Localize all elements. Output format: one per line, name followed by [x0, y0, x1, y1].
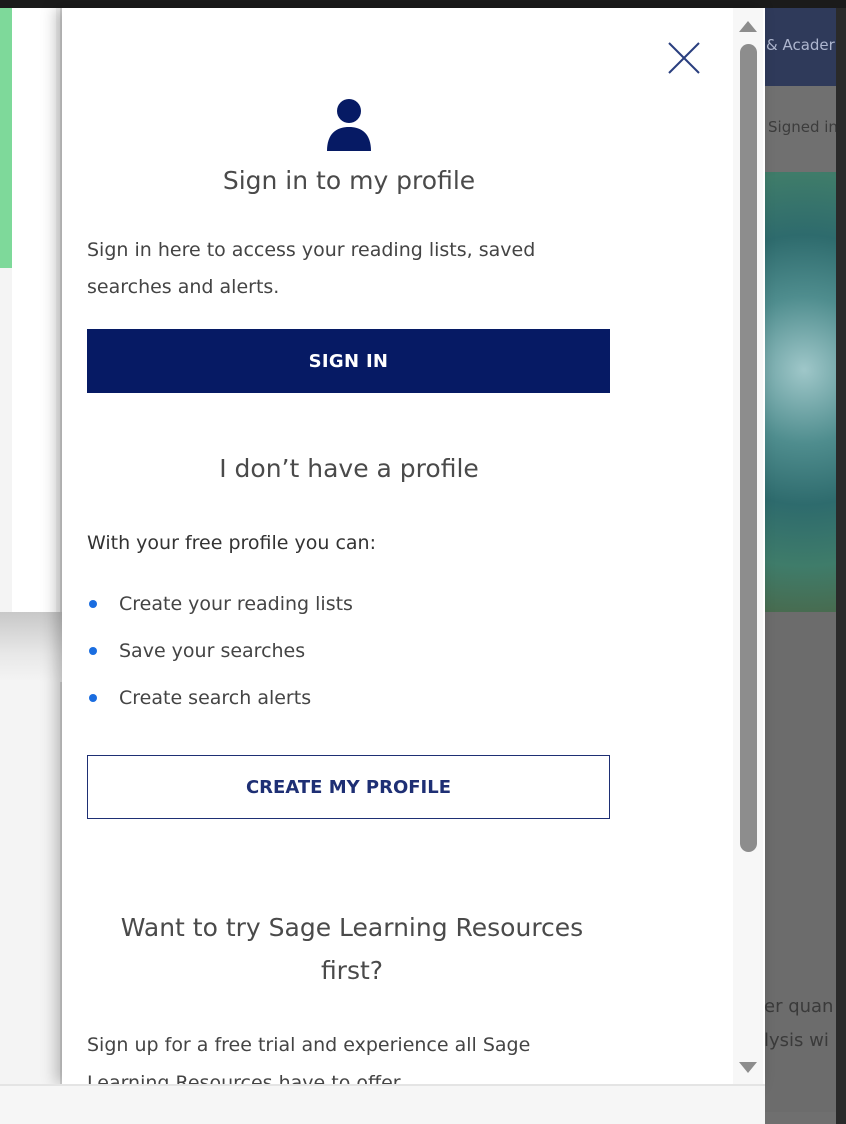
create-profile-button[interactable]: CREATE MY PROFILE: [87, 755, 610, 819]
benefit-label: Create your reading lists: [119, 593, 353, 615]
benefit-label: Save your searches: [119, 640, 306, 662]
background-card-shadow: [0, 612, 62, 682]
scroll-down-button[interactable]: [737, 1058, 759, 1076]
benefits-list: Create your reading lists Save your sear…: [87, 584, 607, 725]
background-right-edge: [836, 8, 846, 1124]
benefit-label: Create search alerts: [119, 687, 312, 709]
close-button[interactable]: [666, 40, 702, 76]
modal-footer-area: [0, 1084, 765, 1124]
signin-button[interactable]: SIGN IN: [87, 329, 610, 393]
triangle-down-icon: [739, 1062, 757, 1073]
background-signed-text: Signed in: [768, 118, 836, 136]
bullet-icon: [89, 647, 97, 655]
background-lower-text: er quan lysis wi: [764, 990, 836, 1058]
benefit-item: Create search alerts: [87, 678, 607, 725]
scrollbar-thumb[interactable]: [740, 44, 757, 852]
background-header-text: & Acader: [766, 36, 835, 54]
window-top-border: [0, 0, 846, 8]
close-icon: [668, 42, 700, 74]
trial-heading: Want to try Sage Learning Resources firs…: [120, 913, 584, 985]
user-icon-wrapper: [326, 98, 372, 152]
free-profile-intro: With your free profile you can:: [87, 532, 376, 554]
user-icon: [327, 99, 371, 151]
modal-footer-divider: [0, 1084, 765, 1086]
background-hero-image: [765, 172, 836, 612]
background-lower-line-2: lysis wi: [764, 1030, 829, 1051]
profile-modal: Sign in to my profile Sign in here to ac…: [62, 8, 765, 1084]
background-green-strip: [0, 0, 12, 268]
bullet-icon: [89, 600, 97, 608]
triangle-up-icon: [739, 21, 757, 32]
scroll-up-button[interactable]: [737, 18, 759, 36]
noprofile-heading: I don’t have a profile: [219, 454, 479, 483]
benefit-item: Save your searches: [87, 631, 607, 678]
trial-description: Sign up for a free trial and experience …: [87, 1034, 531, 1084]
background-lower-line-1: er quan: [764, 996, 834, 1017]
bullet-icon: [89, 694, 97, 702]
signin-description: Sign in here to access your reading list…: [87, 239, 536, 298]
signin-heading: Sign in to my profile: [222, 166, 476, 195]
background-white-card: [12, 0, 56, 612]
benefit-item: Create your reading lists: [87, 584, 607, 631]
